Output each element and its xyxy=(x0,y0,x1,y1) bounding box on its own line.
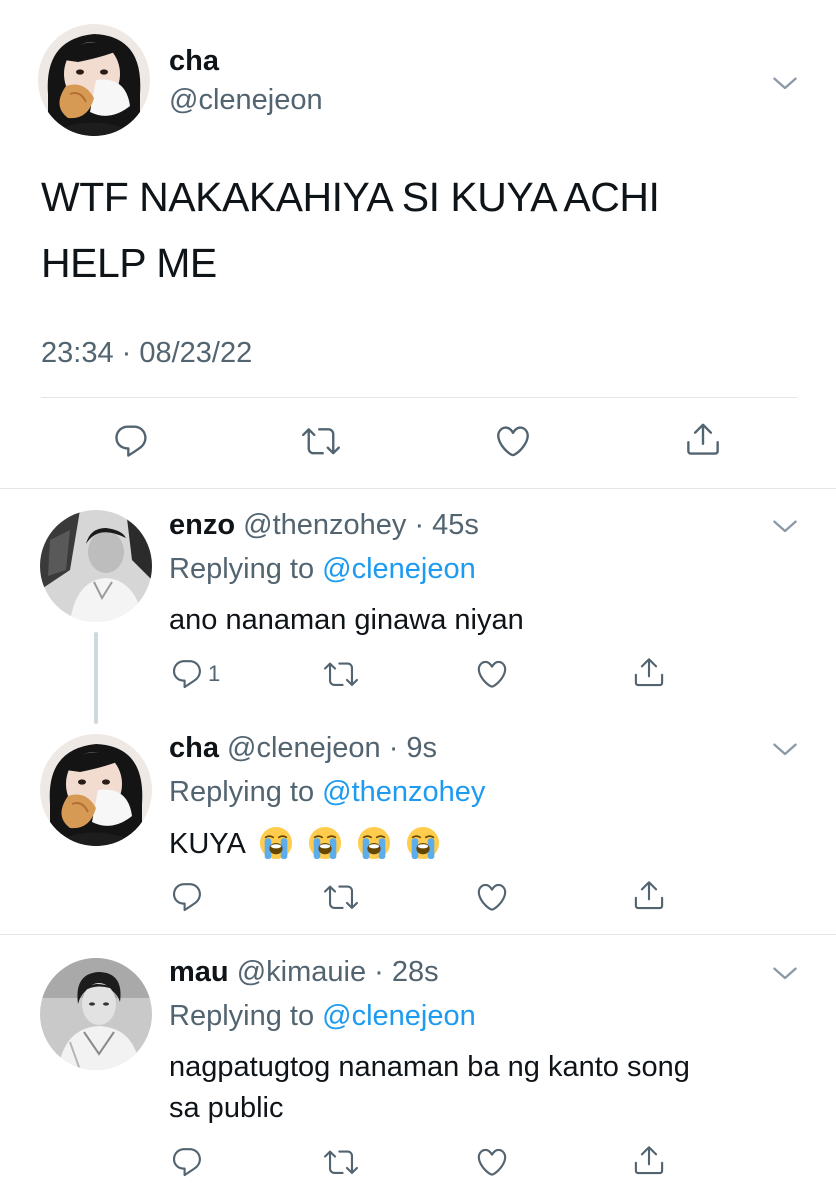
like-button[interactable] xyxy=(475,880,509,914)
reply-header: enzo @thenzohey · 45s xyxy=(169,508,479,542)
share-button[interactable] xyxy=(684,420,722,458)
replying-to: Replying to @thenzohey xyxy=(169,775,485,809)
share-icon xyxy=(632,878,666,912)
replying-to: Replying to @clenejeon xyxy=(169,999,476,1033)
like-button[interactable] xyxy=(494,422,532,460)
reply-icon xyxy=(112,422,150,460)
display-name[interactable]: cha xyxy=(169,44,219,78)
replying-to: Replying to @clenejeon xyxy=(169,552,476,586)
handle-time[interactable]: @kimauie · 28s xyxy=(237,956,439,988)
replying-to-label: Replying to xyxy=(169,553,315,585)
display-name[interactable]: enzo xyxy=(169,509,235,541)
avatar-cha-main[interactable] xyxy=(38,24,150,136)
avatar-enzo[interactable] xyxy=(40,510,152,622)
reply-count: 1 xyxy=(208,661,221,686)
user-handle[interactable]: @clenejeon xyxy=(169,83,323,117)
retweet-button[interactable] xyxy=(324,880,358,914)
display-name[interactable]: cha xyxy=(169,732,219,764)
loudly-crying-face-icon xyxy=(406,826,440,860)
replying-to-mention[interactable]: @clenejeon xyxy=(322,553,476,585)
share-icon xyxy=(684,420,722,458)
share-icon xyxy=(632,655,666,689)
chevron-down-icon[interactable] xyxy=(770,511,800,541)
avatar-cha[interactable] xyxy=(40,734,152,846)
chevron-down-icon[interactable] xyxy=(770,68,800,98)
replying-to-mention[interactable]: @thenzohey xyxy=(322,776,485,808)
chevron-down-icon[interactable] xyxy=(770,958,800,988)
chevron-down-icon[interactable] xyxy=(770,734,800,764)
reply-text: ano nanaman ginawa niyan xyxy=(169,604,524,636)
reply-text-line-2: sa public xyxy=(169,1092,284,1124)
reply-header: cha @clenejeon · 9s xyxy=(169,731,437,765)
retweet-button[interactable] xyxy=(324,657,358,691)
retweet-icon xyxy=(324,880,358,914)
loudly-crying-face-icon xyxy=(308,826,342,860)
reply-button[interactable] xyxy=(112,422,150,460)
handle-time[interactable]: @thenzohey · 45s xyxy=(243,509,479,541)
retweet-icon xyxy=(302,422,340,460)
like-icon xyxy=(475,657,509,691)
thread-line xyxy=(94,632,98,724)
replying-to-label: Replying to xyxy=(169,776,315,808)
tweet-text-line-2: HELP ME xyxy=(41,240,217,286)
like-icon xyxy=(475,880,509,914)
reply-icon xyxy=(170,880,204,914)
loudly-crying-face-icon xyxy=(259,826,293,860)
avatar-mau[interactable] xyxy=(40,958,152,1070)
reply-button[interactable] xyxy=(170,1145,204,1179)
display-name[interactable]: mau xyxy=(169,956,229,988)
reply-header: mau @kimauie · 28s xyxy=(169,955,439,989)
reply-icon xyxy=(170,1145,204,1179)
reply-text-row: KUYA xyxy=(169,826,440,861)
reply-icon xyxy=(170,657,204,691)
reply-text-line-1: nagpatugtog nanaman ba ng kanto song xyxy=(169,1051,690,1083)
tweet-timestamp[interactable]: 23:34 · 08/23/22 xyxy=(41,336,252,370)
retweet-button[interactable] xyxy=(324,1145,358,1179)
retweet-button[interactable] xyxy=(302,422,340,460)
like-button[interactable] xyxy=(475,1145,509,1179)
share-button[interactable] xyxy=(632,655,666,689)
replying-to-label: Replying to xyxy=(169,1000,315,1032)
share-button[interactable] xyxy=(632,878,666,912)
retweet-icon xyxy=(324,657,358,691)
like-icon xyxy=(475,1145,509,1179)
like-icon xyxy=(494,422,532,460)
divider xyxy=(0,488,836,489)
retweet-icon xyxy=(324,1145,358,1179)
reply-text: KUYA xyxy=(169,828,245,860)
like-button[interactable] xyxy=(475,657,509,691)
reply-button[interactable]: 1 xyxy=(170,657,220,691)
share-icon xyxy=(632,1143,666,1177)
reply-button[interactable] xyxy=(170,880,204,914)
replying-to-mention[interactable]: @clenejeon xyxy=(322,1000,476,1032)
divider xyxy=(0,934,836,935)
loudly-crying-face-icon xyxy=(357,826,391,860)
tweet-text-line-1: WTF NAKAKAHIYA SI KUYA ACHI xyxy=(41,174,660,220)
divider xyxy=(41,397,797,398)
share-button[interactable] xyxy=(632,1143,666,1177)
handle-time[interactable]: @clenejeon · 9s xyxy=(227,732,437,764)
